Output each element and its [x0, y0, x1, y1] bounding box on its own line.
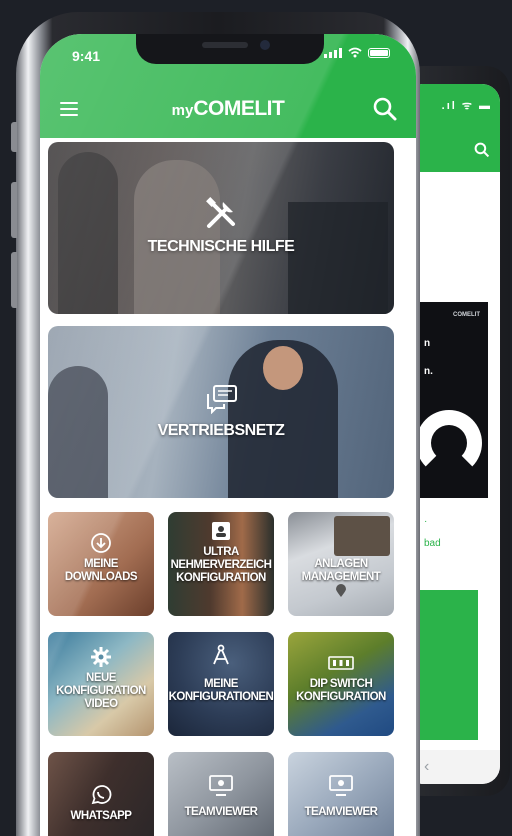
tile-label-2: MANAGEMENT — [301, 571, 381, 583]
back-brand: COMELIT — [453, 312, 480, 318]
mute-switch — [11, 122, 17, 152]
back-search-icon — [474, 142, 490, 158]
volume-down-button — [11, 252, 17, 308]
back-phone-screen: .ıl ᯤ ▬ COMELIT n n. · bad ‹ — [418, 84, 500, 784]
tile-label-1: NEUE — [86, 672, 116, 684]
tile-anlagen-management[interactable]: ANLAGEN MANAGEMENT — [288, 512, 394, 616]
tile-teamviewer-1[interactable]: TEAMVIEWER — [168, 752, 274, 836]
speaker — [202, 42, 248, 48]
content-area: TECHNISCHE HILFE VERTRIEBSNETZ MEINE DOW… — [40, 138, 416, 836]
logo-prefix: my — [171, 102, 194, 119]
status-time: 9:41 — [72, 48, 101, 64]
banner-label: TECHNISCHE HILFE — [147, 238, 295, 255]
download-icon — [91, 533, 111, 553]
dip-switch-icon — [328, 656, 354, 670]
teamviewer-icon — [209, 775, 233, 796]
tile-label-1: TEAMVIEWER — [304, 806, 378, 818]
tile-label-3: VIDEO — [84, 698, 118, 710]
tile-teilnehmerverzeichnis[interactable]: ULTRA NEHMERVERZEICH KONFIGURATION — [168, 512, 274, 616]
app-logo: myCOMELIT — [40, 97, 416, 121]
tile-label-1: WHATSAPP — [70, 810, 132, 822]
tile-dip-switch-konfiguration[interactable]: DIP SWITCH KONFIGURATION — [288, 632, 394, 736]
photo-person — [58, 152, 118, 314]
photo-person — [134, 160, 220, 314]
tile-label-2: DOWNLOADS — [64, 571, 138, 583]
tile-teamviewer-2[interactable]: TEAMVIEWER — [288, 752, 394, 836]
tile-label-2: KONFIGURATION — [296, 691, 386, 703]
compass-icon — [213, 644, 229, 665]
teamviewer-icon — [329, 775, 353, 796]
tile-label-1: ULTRA — [203, 546, 239, 558]
tile-neue-konfiguration-video[interactable]: NEUE KONFIGURATION VIDEO — [48, 632, 154, 736]
banner-technische-hilfe[interactable]: TECHNISCHE HILFE — [48, 142, 394, 314]
notch — [136, 34, 324, 64]
back-chevron-icon[interactable]: ‹ — [424, 758, 429, 776]
back-text-line: n. — [424, 366, 433, 377]
camera — [260, 40, 270, 50]
whatsapp-icon — [91, 785, 112, 805]
volume-up-button — [11, 182, 17, 238]
tile-label-1: MEINE — [204, 678, 238, 690]
chat-bubbles-icon — [207, 385, 237, 414]
status-icons — [324, 47, 390, 58]
photo-building — [334, 516, 390, 556]
banner-vertriebsnetz[interactable]: VERTRIEBSNETZ — [48, 326, 394, 498]
tile-label-1: ANLAGEN — [314, 558, 368, 570]
back-link[interactable]: bad — [424, 538, 441, 549]
tools-icon — [206, 197, 235, 228]
tile-label-1: MEINE — [84, 558, 118, 570]
signal-icon — [324, 48, 342, 58]
back-dot: · — [424, 516, 428, 527]
gear-icon — [91, 647, 111, 667]
battery-icon — [368, 48, 390, 58]
contact-card-icon — [212, 522, 230, 540]
photo-face — [263, 346, 303, 390]
wifi-icon — [348, 47, 362, 58]
tile-label-1: TEAMVIEWER — [184, 806, 258, 818]
tile-meine-downloads[interactable]: MEINE DOWNLOADS — [48, 512, 154, 616]
back-green-panel — [418, 590, 478, 740]
tile-meine-konfigurationen[interactable]: MEINE KONFIGURATIONEN — [168, 632, 274, 736]
tile-label-2: KONFIGURATION — [56, 685, 146, 697]
banner-label: VERTRIEBSNETZ — [157, 422, 285, 439]
back-status-icons: .ıl ᯤ ▬ — [441, 100, 492, 112]
tile-label-3: KONFIGURATION — [176, 572, 266, 584]
tile-label-2: NEHMERVERZEICH — [170, 559, 272, 571]
phone-screen: 9:41 myCOMELIT TECHNISCHE HILFE VERTRIEB… — [40, 34, 416, 836]
back-bottom-bar — [418, 750, 500, 784]
photo-monitor — [288, 202, 388, 314]
back-ring-graphic — [418, 410, 482, 476]
tile-label-1: DIP SWITCH — [309, 678, 373, 690]
map-pin-icon — [336, 584, 346, 597]
tile-whatsapp[interactable]: WHATSAPP — [48, 752, 154, 836]
search-button[interactable] — [372, 96, 398, 122]
back-text-line: n — [424, 338, 431, 349]
back-header: .ıl ᯤ ▬ — [418, 84, 500, 172]
back-dark-card: COMELIT n n. — [418, 302, 488, 498]
tile-label-2: KONFIGURATIONEN — [168, 691, 274, 703]
logo-brand: COMELIT — [193, 97, 285, 120]
